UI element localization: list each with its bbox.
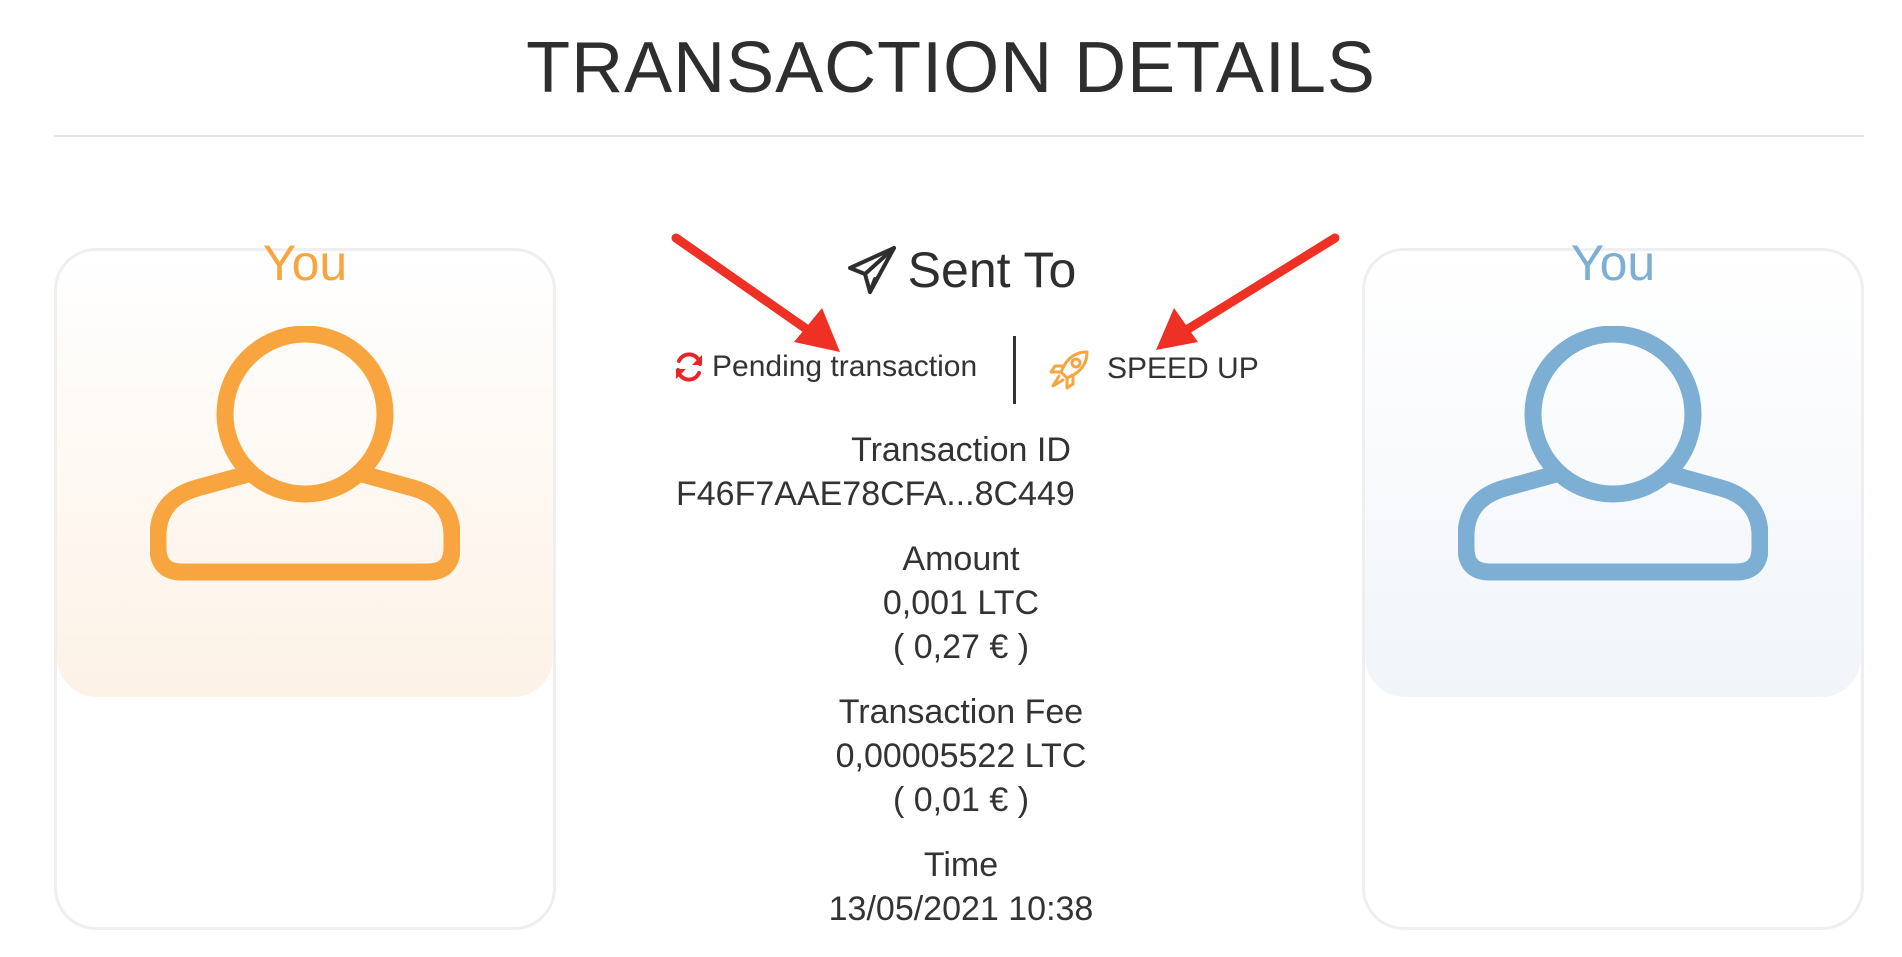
direction-heading: Sent To (800, 240, 1122, 300)
arrow-to-pending (671, 233, 820, 340)
paper-plane-icon (847, 246, 896, 294)
status-separator (1013, 336, 1016, 404)
time-value: 13/05/2021 10:38 (828, 890, 1094, 928)
time-label: Time (923, 846, 999, 884)
arrow-to-speed-up (1175, 233, 1340, 339)
speed-up-button[interactable]: SPEED UP (1047, 346, 1259, 392)
amount-value: 0,001 LTC (882, 584, 1040, 622)
fee-label: Transaction Fee (838, 693, 1084, 731)
status-row: Pending transaction SPEED UP (0, 336, 1902, 406)
transaction-id-label: Transaction ID (851, 431, 1071, 469)
fee-value: 0,00005522 LTC (835, 737, 1087, 775)
page-title: TRANSACTION DETAILS (526, 28, 1376, 108)
pending-status: Pending transaction (672, 350, 977, 384)
sender-name: You (262, 235, 348, 291)
pending-label: Pending transaction (712, 350, 978, 383)
amount-fiat-value: ( 0,27 € ) (892, 628, 1030, 666)
recipient-name: You (1570, 235, 1656, 291)
rocket-icon (1049, 350, 1089, 390)
header-divider (54, 135, 1864, 137)
amount-label: Amount (902, 540, 1020, 578)
direction-label: Sent To (907, 242, 1077, 298)
fee-fiat-value: ( 0,01 € ) (892, 781, 1030, 819)
transaction-id-value[interactable]: F46F7AAE78CFA...8C449 (676, 472, 1080, 516)
speed-up-label: SPEED UP (1107, 352, 1259, 385)
refresh-icon (676, 352, 702, 382)
